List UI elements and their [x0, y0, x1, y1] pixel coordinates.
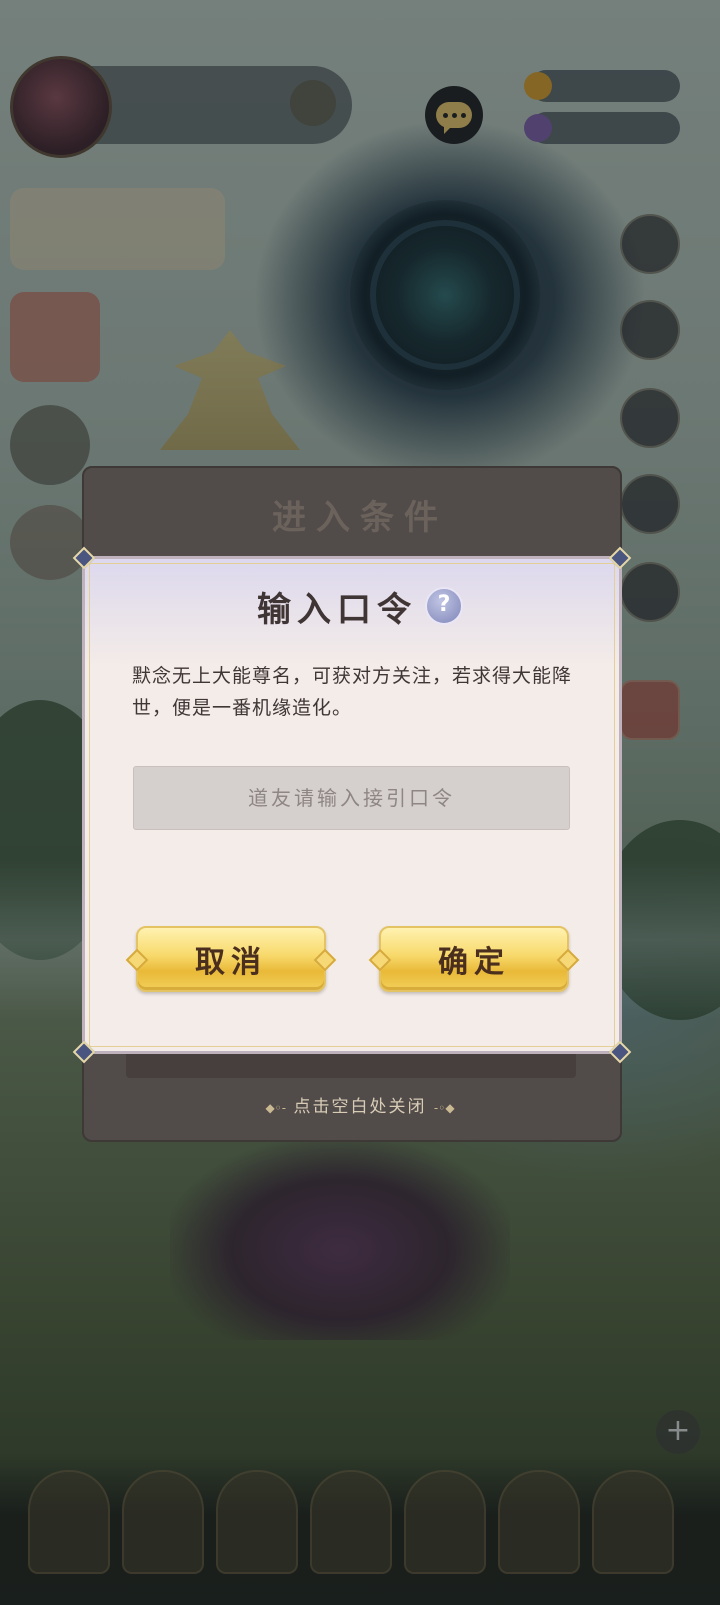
close-hint-text: 点击空白处关闭 [293, 1097, 427, 1117]
dialog-title: 输入口令 [257, 589, 417, 630]
entry-conditions-inner-bar [126, 1050, 576, 1078]
cancel-button[interactable]: 取消 [136, 926, 326, 992]
hint-deco-left: ◆◦- [265, 1101, 287, 1115]
help-icon[interactable]: ? [425, 587, 463, 625]
confirm-button[interactable]: 确定 [379, 926, 569, 992]
dialog-header: 输入口令 ? [0, 576, 720, 636]
dialog-description: 默念无上大能尊名，可获对方关注，若求得大能降世，便是一番机缘造化。 [132, 665, 573, 719]
password-input[interactable] [133, 766, 570, 830]
hint-deco-right: -◦◆ [433, 1101, 455, 1115]
close-hint[interactable]: ◆◦- 点击空白处关闭 -◦◆ [0, 1092, 720, 1117]
entry-conditions-title: 进入条件 [272, 498, 448, 538]
